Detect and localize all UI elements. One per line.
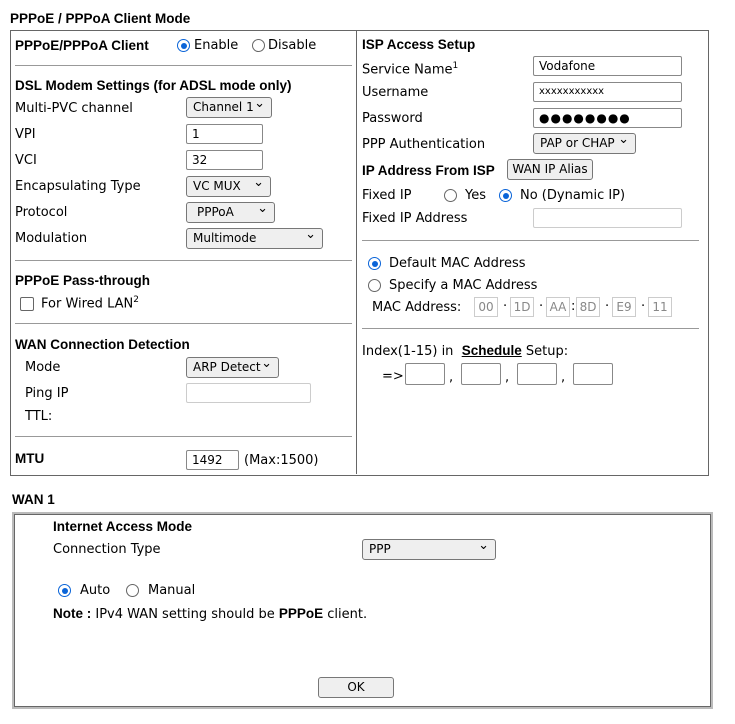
schedule-label: Index(1-15) in Schedule Setup: [362, 343, 569, 359]
mac-octet[interactable]: 11 [648, 297, 672, 317]
dsl-heading: DSL Modem Settings (for ADSL mode only) [15, 78, 292, 93]
client-label: PPPoE/PPPoA Client [15, 38, 149, 53]
service-input[interactable]: Vodafone [533, 56, 682, 76]
detection-heading: WAN Connection Detection [15, 337, 190, 352]
modulation-label: Modulation [15, 231, 88, 246]
manual-label: Manual [148, 583, 196, 598]
ping-label: Ping IP [25, 386, 69, 401]
no-label: No (Dynamic IP) [520, 188, 626, 203]
password-input[interactable]: ●●●●●●●● [533, 108, 682, 128]
column-divider [356, 30, 357, 474]
multipvc-label: Multi-PVC channel [15, 101, 133, 116]
encap-select[interactable]: VC MUX [186, 173, 271, 197]
mac-octet[interactable]: E9 [612, 297, 636, 317]
divider [362, 240, 699, 241]
divider [15, 436, 352, 437]
username-label: Username [362, 85, 429, 100]
connection-type-select[interactable]: PPP [362, 536, 496, 560]
specify-mac-label: Specify a MAC Address [389, 278, 538, 293]
divider [15, 323, 352, 324]
yes-label: Yes [465, 188, 486, 203]
ip-from-isp-label: IP Address From ISP [362, 163, 495, 178]
mac-octet[interactable]: AA [546, 297, 570, 317]
mac-label: MAC Address: [372, 300, 462, 315]
enable-label: Enable [194, 38, 239, 53]
manual-radio[interactable] [126, 584, 139, 597]
modulation-select[interactable]: Multimode [186, 225, 323, 249]
divider [15, 260, 352, 261]
specify-mac-radio[interactable] [368, 279, 381, 292]
default-mac-radio[interactable] [368, 257, 381, 270]
mtu-label: MTU [15, 451, 45, 466]
protocol-label: Protocol [15, 205, 68, 220]
ping-input[interactable] [186, 383, 311, 403]
schedule-index-1[interactable] [405, 363, 445, 385]
schedule-link[interactable]: Schedule [462, 343, 522, 358]
fixed-yes-radio[interactable] [444, 189, 457, 202]
fixed-no-radio[interactable] [499, 189, 512, 202]
schedule-index-3[interactable] [517, 363, 557, 385]
passthrough-heading: PPPoE Pass-through [15, 273, 151, 288]
mac-octet[interactable]: 1D [510, 297, 534, 317]
auto-label: Auto [80, 583, 111, 598]
vpi-input[interactable]: 1 [186, 124, 263, 144]
vpi-label: VPI [15, 127, 36, 142]
wan-ip-alias-button[interactable]: WAN IP Alias [507, 159, 593, 180]
mode-select[interactable]: ARP Detect [186, 354, 279, 378]
mac-octet[interactable]: 00 [474, 297, 498, 317]
username-input[interactable]: xxxxxxxxxxx [533, 82, 682, 102]
mac-octet[interactable]: 8D [576, 297, 600, 317]
mtu-input[interactable]: 1492 [186, 450, 239, 470]
isp-heading: ISP Access Setup [362, 37, 476, 52]
page-title: PPPoE / PPPoA Client Mode [10, 11, 191, 26]
password-label: Password [362, 111, 423, 126]
divider [362, 328, 699, 329]
schedule-index-4[interactable] [573, 363, 613, 385]
default-mac-label: Default MAC Address [389, 256, 526, 271]
divider [15, 65, 352, 66]
wan-title: WAN 1 [12, 492, 55, 507]
service-label: Service Name1 [362, 61, 459, 78]
protocol-select[interactable]: PPPoA [186, 199, 275, 223]
arrow: => [382, 369, 404, 384]
enable-radio[interactable] [177, 39, 190, 52]
ok-button[interactable]: OK [318, 677, 394, 698]
encap-label: Encapsulating Type [15, 179, 141, 194]
fixed-ip-label: Fixed IP [362, 188, 412, 203]
schedule-index-2[interactable] [461, 363, 501, 385]
internet-access-heading: Internet Access Mode [53, 519, 193, 534]
auth-label: PPP Authentication [362, 137, 486, 152]
wired-lan-label: For Wired LAN2 [41, 295, 139, 312]
vci-label: VCI [15, 153, 37, 168]
ttl-label: TTL: [25, 409, 53, 424]
connection-type-label: Connection Type [53, 542, 161, 557]
fixed-address-input[interactable] [533, 208, 682, 228]
disable-label: Disable [268, 38, 317, 53]
fixed-address-label: Fixed IP Address [362, 211, 468, 226]
disable-radio[interactable] [252, 39, 265, 52]
multipvc-select[interactable]: Channel 1 [186, 94, 272, 118]
auth-select[interactable]: PAP or CHAP [533, 130, 636, 154]
vci-input[interactable]: 32 [186, 150, 263, 170]
note: Note : IPv4 WAN setting should be PPPoE … [53, 606, 368, 622]
mode-label: Mode [25, 360, 61, 375]
auto-radio[interactable] [58, 584, 71, 597]
wired-lan-checkbox[interactable] [20, 297, 34, 311]
mtu-hint: (Max:1500) [244, 453, 319, 468]
